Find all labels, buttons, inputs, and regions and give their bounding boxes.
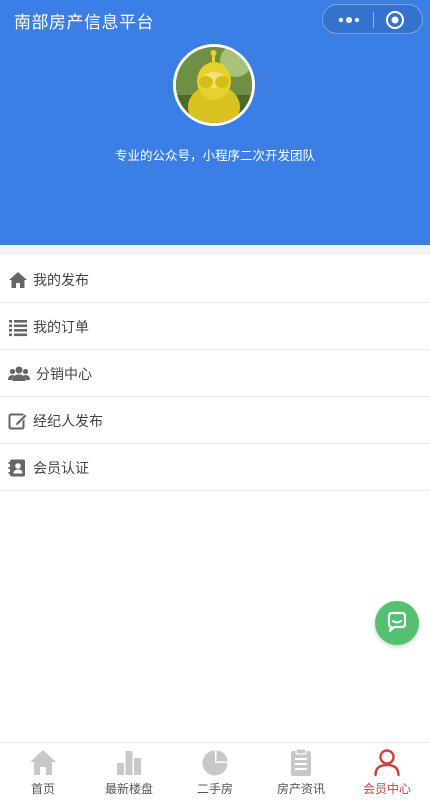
id-card-icon	[8, 459, 25, 477]
home-icon	[9, 272, 27, 288]
section-gap	[0, 245, 430, 255]
tab-new-buildings[interactable]: 最新楼盘	[86, 743, 172, 801]
avatar-image	[176, 47, 252, 123]
tab-label: 最新楼盘	[104, 782, 153, 796]
clipboard-icon	[291, 748, 311, 776]
menu-item-agent-post[interactable]: 经纪人发布	[0, 397, 430, 444]
member-menu: 我的发布 我的订单 分销中心 经纪人发布 会员认证	[0, 256, 430, 491]
home-icon	[30, 750, 56, 775]
edit-icon	[8, 413, 28, 430]
menu-item-label: 会员认证	[33, 461, 89, 477]
tab-label: 会员中心	[362, 782, 411, 796]
list-icon	[9, 320, 27, 337]
menu-item-label: 我的发布	[33, 273, 89, 289]
tab-label: 首页	[30, 782, 55, 796]
tab-label: 二手房	[196, 782, 233, 796]
tab-member-center[interactable]: 会员中心	[344, 743, 430, 801]
customer-service-button[interactable]	[375, 601, 419, 645]
pie-chart-icon	[202, 750, 228, 776]
menu-item-member-verification[interactable]: 会员认证	[0, 444, 430, 491]
bar-chart-icon	[117, 751, 141, 775]
chat-icon	[387, 611, 407, 633]
tab-news[interactable]: 房产资讯	[258, 743, 344, 801]
menu-item-label: 分销中心	[36, 367, 92, 383]
users-icon	[8, 366, 30, 381]
menu-item-my-orders[interactable]: 我的订单	[0, 303, 430, 350]
menu-item-my-posts[interactable]: 我的发布	[0, 256, 430, 303]
avatar[interactable]	[173, 44, 255, 126]
profile-header: 南部房产信息平台 专业的公众号，小程序二次开发团队	[0, 0, 430, 245]
bottom-tab-bar: 首页 最新楼盘 二手房 房产资讯 会员中心	[0, 742, 430, 801]
menu-item-label: 经纪人发布	[33, 414, 103, 430]
more-icon[interactable]	[335, 12, 363, 28]
app-title: 南部房产信息平台	[14, 13, 154, 33]
tab-label: 房产资讯	[276, 782, 325, 796]
capsule-divider	[373, 12, 374, 28]
user-icon	[374, 749, 400, 777]
close-mini-program-icon[interactable]	[385, 10, 405, 30]
mini-program-capsule	[322, 4, 423, 34]
tab-second-hand[interactable]: 二手房	[172, 743, 258, 801]
profile-slogan: 专业的公众号，小程序二次开发团队	[114, 148, 315, 163]
tab-home[interactable]: 首页	[0, 743, 86, 801]
menu-item-label: 我的订单	[33, 320, 89, 336]
menu-item-distribution-center[interactable]: 分销中心	[0, 350, 430, 397]
